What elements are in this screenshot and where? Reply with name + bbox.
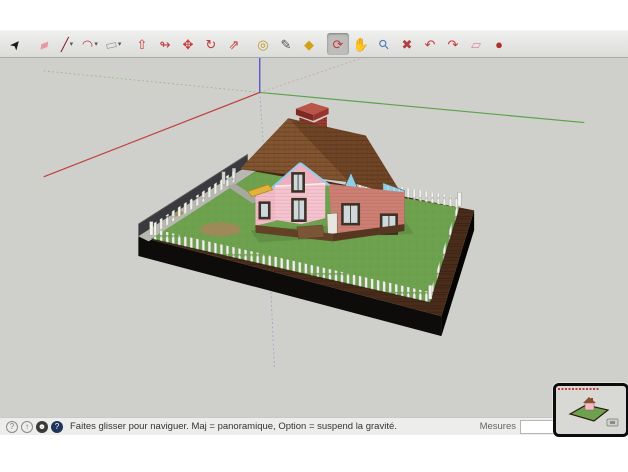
dirt-patch-large xyxy=(199,222,241,237)
model-info-icon: ● xyxy=(495,36,503,52)
tool-model-info[interactable]: ● xyxy=(488,33,510,55)
front-door xyxy=(326,212,338,237)
scene-canvas xyxy=(43,57,585,368)
help-circle[interactable]: ? xyxy=(6,420,18,433)
left-window xyxy=(258,201,271,220)
status-bar: ? ↑ ☻? Faites glisser pour naviguer. Maj =… xyxy=(0,417,628,435)
rectangle-icon: ▭ xyxy=(103,35,119,53)
tool-previous-view[interactable]: ↶ xyxy=(419,33,441,55)
tool-rectangle[interactable]: ▭ ▾ xyxy=(102,33,124,55)
tool-orbit[interactable]: ⟳ xyxy=(327,33,349,55)
tool-push-pull[interactable]: ⇧ xyxy=(131,33,153,55)
fence-post-east xyxy=(457,192,462,207)
blue-axis-dotted-lower xyxy=(270,292,275,368)
previous-view-icon: ↶ xyxy=(424,36,436,52)
credits-circle[interactable]: ☻ xyxy=(36,420,48,433)
sketchup-window: ➤ ▰ ╱ ▾ ◠ ▾ ▭ ▾ ⇧ ↬ ✥ ↻ ⇗ ◎ ✎ ◆ ⟳ ✋ ⚲ ✖ ↶ ↷ ▱ ● xyxy=(0,0,628,472)
fence-post-west xyxy=(149,221,154,236)
preview-thumbnail xyxy=(553,383,628,437)
bottom-margin xyxy=(0,435,628,472)
status-message: Faites glisser pour naviguer. Maj = pano… xyxy=(70,421,397,432)
dropdown-caret-icon[interactable]: ▾ xyxy=(94,40,98,48)
model-viewport[interactable] xyxy=(0,57,628,417)
tool-next-view[interactable]: ↷ xyxy=(442,33,464,55)
tool-tape-measure[interactable]: ◎ xyxy=(252,33,274,55)
instructor-circle[interactable]: ? xyxy=(51,420,63,433)
fence-post-south xyxy=(428,285,433,300)
arc-icon: ◠ xyxy=(80,35,96,53)
line-icon: ╱ xyxy=(60,36,69,52)
zoom-extents-icon: ✖ xyxy=(401,36,413,52)
move-icon: ✥ xyxy=(182,36,194,52)
tool-zoom[interactable]: ⚲ xyxy=(373,33,395,55)
tool-select[interactable]: ➤ xyxy=(4,33,26,55)
tower-window xyxy=(291,197,307,223)
tool-text[interactable]: ✎ xyxy=(275,33,297,55)
tool-rotate[interactable]: ↻ xyxy=(200,33,222,55)
gable-window xyxy=(291,172,305,193)
status-icons: ? ↑ ☻? xyxy=(6,420,66,433)
tool-line[interactable]: ╱ ▾ xyxy=(56,33,78,55)
thumb-chimney xyxy=(591,398,593,402)
eraser-icon: ▰ xyxy=(36,35,52,53)
right-window-1 xyxy=(341,203,361,226)
tool-follow-me[interactable]: ↬ xyxy=(154,33,176,55)
paint-bucket-icon: ◆ xyxy=(304,36,314,52)
top-margin xyxy=(0,0,628,30)
measures-label: Mesures xyxy=(479,421,516,432)
main-toolbar: ➤ ▰ ╱ ▾ ◠ ▾ ▭ ▾ ⇧ ↬ ✥ ↻ ⇗ ◎ ✎ ◆ ⟳ ✋ ⚲ ✖ ↶ ↷ ▱ ● xyxy=(0,30,628,58)
thumb-house xyxy=(584,402,595,411)
front-steps xyxy=(296,224,325,240)
thumbnail-scene xyxy=(556,386,620,428)
tool-pan[interactable]: ✋ xyxy=(350,33,372,55)
tool-section-plane[interactable]: ▱ xyxy=(465,33,487,55)
blue-axis-dotted-upper xyxy=(259,92,264,145)
push-pull-icon: ⇧ xyxy=(136,36,148,52)
next-view-icon: ↷ xyxy=(447,36,459,52)
tool-move[interactable]: ✥ xyxy=(177,33,199,55)
tape-measure-icon: ◎ xyxy=(257,36,269,52)
thumb-button[interactable] xyxy=(606,418,619,427)
geolocation-circle[interactable]: ↑ xyxy=(21,420,33,433)
tool-paint-bucket[interactable]: ◆ xyxy=(298,33,320,55)
red-axis-dotted xyxy=(259,57,363,93)
tool-eraser[interactable]: ▰ xyxy=(33,33,55,55)
select-icon: ➤ xyxy=(5,35,25,53)
dropdown-caret-icon[interactable]: ▾ xyxy=(70,40,74,48)
green-axis-dotted xyxy=(43,70,260,93)
text-icon: ✎ xyxy=(280,36,292,52)
section-plane-icon: ▱ xyxy=(471,36,481,52)
dropdown-caret-icon[interactable]: ▾ xyxy=(118,40,122,48)
tool-scale[interactable]: ⇗ xyxy=(223,33,245,55)
rotate-icon: ↻ xyxy=(205,36,217,52)
scale-icon: ⇗ xyxy=(228,36,240,52)
tool-arc[interactable]: ◠ ▾ xyxy=(79,33,101,55)
orbit-icon: ⟳ xyxy=(332,36,344,52)
pan-icon: ✋ xyxy=(352,36,370,52)
zoom-icon: ⚲ xyxy=(375,35,393,53)
red-axis xyxy=(43,91,260,178)
follow-me-icon: ↬ xyxy=(159,36,171,52)
tool-zoom-extents[interactable]: ✖ xyxy=(396,33,418,55)
